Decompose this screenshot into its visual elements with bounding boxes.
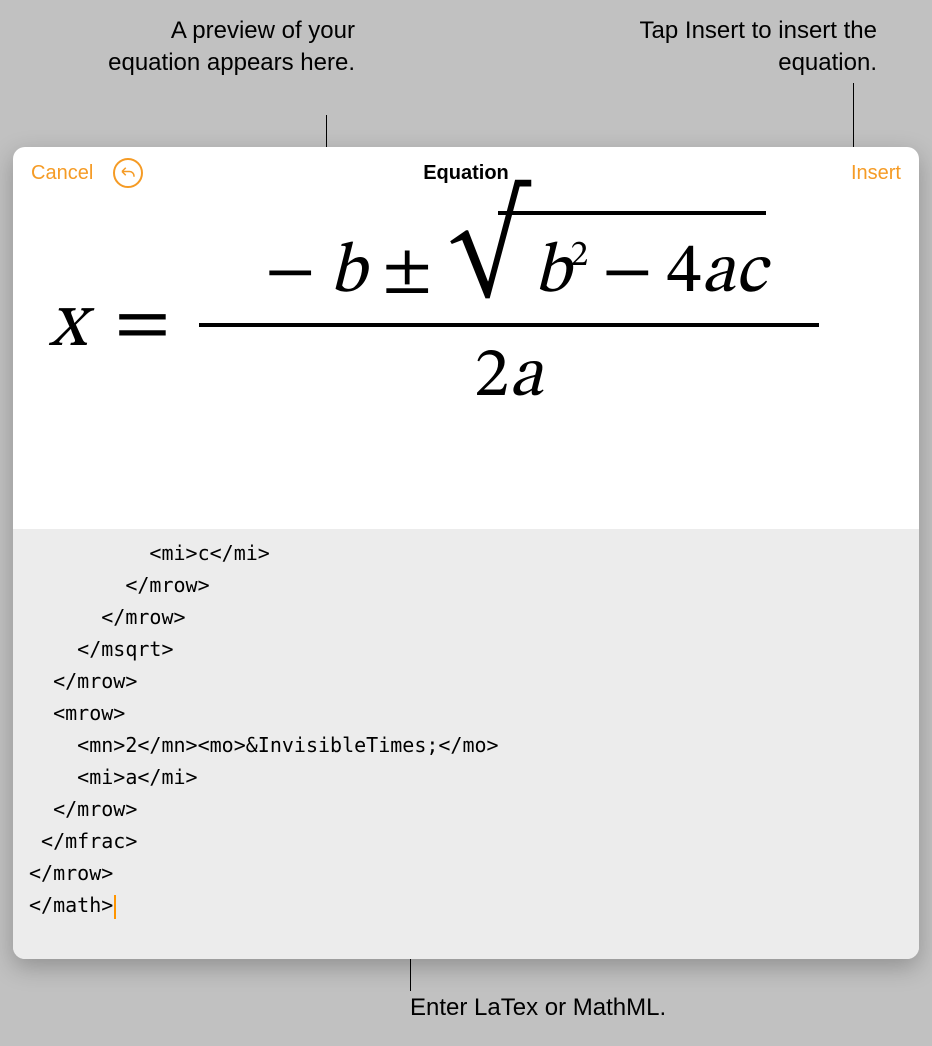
- equation-numerator: − b ± √ b 2 − 4ac: [251, 229, 766, 317]
- equation-dialog: Cancel Equation Insert x = − b ± √: [13, 147, 919, 959]
- callout-insert: Tap Insert to insert the equation.: [597, 15, 877, 79]
- equation-four: 4: [667, 238, 702, 308]
- equation-var-b2: b: [534, 229, 571, 317]
- equation-two: 2: [474, 333, 509, 421]
- equation-radicand: b 2 − 4ac: [528, 229, 766, 317]
- equation-plusminus: ±: [382, 229, 432, 317]
- code-text: <mi>c</mi> </mrow> </mrow> </msqrt> </mr…: [29, 541, 499, 917]
- equation-render: x = − b ± √ b 2 − 4ac: [49, 229, 883, 421]
- equation-vinculum: [498, 211, 766, 215]
- undo-icon: [119, 164, 137, 182]
- cancel-button[interactable]: Cancel: [31, 162, 93, 185]
- equation-var-c: c: [735, 238, 766, 308]
- dialog-title: Equation: [13, 162, 919, 185]
- equation-minus2: −: [602, 229, 652, 317]
- equation-equals: =: [114, 276, 170, 374]
- undo-button[interactable]: [113, 158, 143, 188]
- insert-button[interactable]: Insert: [851, 162, 901, 185]
- equation-var-x: x: [49, 276, 86, 374]
- equation-var-a2: a: [509, 333, 543, 421]
- callout-preview: A preview of your equation appears here.: [75, 15, 355, 79]
- equation-var-b: b: [329, 229, 366, 317]
- radical-icon: √: [448, 215, 527, 277]
- equation-fraction: − b ± √ b 2 − 4ac: [199, 229, 819, 421]
- leader-line: [853, 83, 854, 147]
- equation-preview: x = − b ± √ b 2 − 4ac: [13, 199, 919, 529]
- equation-code-input[interactable]: <mi>c</mi> </mrow> </mrow> </msqrt> </mr…: [13, 529, 919, 959]
- equation-minus: −: [265, 229, 315, 317]
- text-caret: [114, 895, 116, 919]
- navbar: Cancel Equation Insert: [13, 147, 919, 199]
- equation-fraction-bar: [199, 323, 819, 327]
- callout-enter: Enter LaTex or MathML.: [410, 992, 740, 1024]
- equation-var-a: a: [701, 238, 735, 308]
- equation-sup2: 2: [570, 234, 588, 279]
- equation-sqrt: √ b 2 − 4ac: [448, 229, 766, 317]
- equation-denominator: 2a: [474, 333, 542, 421]
